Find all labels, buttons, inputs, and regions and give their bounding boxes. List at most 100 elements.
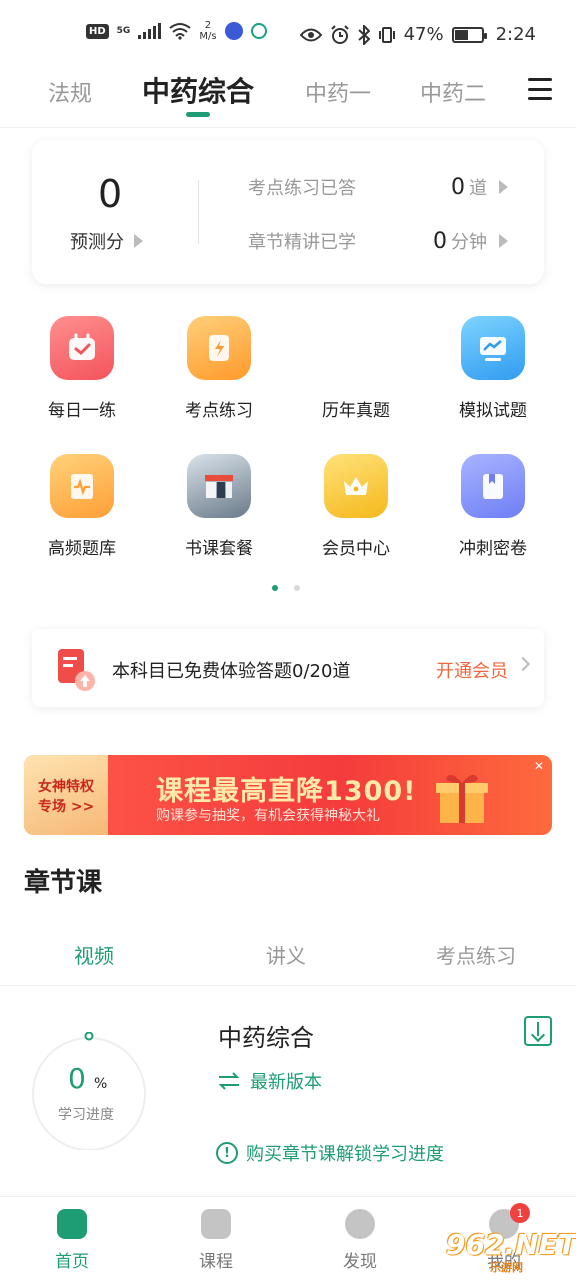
grid-item-member-center[interactable]: 会员中心 xyxy=(288,454,424,559)
arrow-right-icon xyxy=(499,180,508,194)
battery-level xyxy=(454,29,468,40)
watermark-logo: 962.NET 乐游网 xyxy=(436,1228,576,1276)
menu-icon[interactable] xyxy=(528,78,552,100)
stat-value: 0 xyxy=(451,174,465,200)
grid-label: 书课套餐 xyxy=(185,539,253,559)
signal-icon xyxy=(138,23,162,39)
grid-label: 历年真题 xyxy=(322,401,390,421)
grid-label: 会员中心 xyxy=(322,539,390,559)
grid-item-point-practice[interactable]: 考点练习 xyxy=(151,316,287,421)
tab-law[interactable]: 法规 xyxy=(48,76,92,108)
nav-label: 课程 xyxy=(199,1252,233,1272)
grid-item-sprint-papers[interactable]: 冲刺密卷 xyxy=(425,454,561,559)
music-app-icon xyxy=(224,22,243,40)
promo-subtitle: 购课参与抽奖，有机会获得神秘大礼 xyxy=(156,808,380,824)
divider xyxy=(198,180,199,244)
predicted-score-label: 预测分 xyxy=(70,232,124,253)
progress-label: 学习进度 xyxy=(58,1107,114,1123)
grid-label: 考点练习 xyxy=(185,401,253,421)
tab-handout[interactable]: 讲义 xyxy=(266,940,306,969)
promo-title: 课程最高直降1300! xyxy=(156,776,417,807)
version-label: 最新版本 xyxy=(250,1072,322,1093)
nav-courses[interactable]: 课程 xyxy=(176,1209,256,1272)
telecom-icon xyxy=(250,23,267,39)
bookmark-book-icon xyxy=(461,454,525,518)
progress-ring: 0 % 学习进度 xyxy=(30,1032,148,1150)
nav-label: 发现 xyxy=(343,1252,377,1272)
chevron-right-icon xyxy=(515,656,531,672)
stat-practice-answered[interactable]: 考点练习已答 0 道 xyxy=(248,174,508,200)
stat-unit: 分钟 xyxy=(451,232,487,253)
document-upgrade-icon xyxy=(58,649,95,691)
tab-tcm-comprehensive[interactable]: 中药综合 xyxy=(142,70,254,110)
grid-item-daily-practice[interactable]: 每日一练 xyxy=(14,316,150,421)
net-speed-unit: M/s xyxy=(199,31,217,42)
arrow-right-icon xyxy=(499,234,508,248)
trial-text: 本科目已免费体验答题0/20道 xyxy=(112,661,351,682)
notification-badge: 1 xyxy=(510,1203,530,1223)
gift-box-icon xyxy=(436,774,488,823)
subject-tabs: 法规 中药综合 中药一 中药二 xyxy=(0,70,576,128)
active-tab-indicator xyxy=(186,112,210,117)
progress-value: 0 xyxy=(68,1062,86,1095)
net-speed: 2 M/s xyxy=(199,20,216,42)
score-card: 0 预测分 考点练习已答 0 道 章节精讲已学 0 分钟 xyxy=(32,140,544,284)
page-dot-active xyxy=(272,585,278,591)
download-icon[interactable] xyxy=(524,1016,552,1046)
calendar-check-icon xyxy=(50,316,114,380)
stat-lecture-studied[interactable]: 章节精讲已学 0 分钟 xyxy=(248,228,508,254)
grid-item-frequent-bank[interactable]: 高频题库 xyxy=(14,454,150,559)
eye-icon xyxy=(299,28,322,41)
nav-home[interactable]: 首页 xyxy=(32,1209,112,1272)
version-switch[interactable]: 最新版本 xyxy=(218,1068,322,1094)
book-bundle-photo xyxy=(187,454,251,518)
tab-video[interactable]: 视频 xyxy=(74,940,114,969)
close-icon[interactable]: ✕ xyxy=(534,759,544,773)
status-bar: HD 5G 2 M/s 47% 2:24 xyxy=(0,0,576,70)
bluetooth-icon xyxy=(357,24,370,45)
watermark-text: 962.NET xyxy=(446,1228,576,1261)
battery-icon xyxy=(451,26,487,43)
info-icon: ! xyxy=(216,1142,238,1164)
grid-label: 冲刺密卷 xyxy=(459,539,527,559)
swap-icon xyxy=(218,1072,240,1090)
grid-item-mock-exams[interactable]: 模拟试题 xyxy=(425,316,561,421)
unlock-progress-link[interactable]: ! 购买章节课解锁学习进度 xyxy=(216,1140,444,1166)
grid-label: 模拟试题 xyxy=(459,401,527,421)
nav-discover[interactable]: 发现 xyxy=(320,1209,400,1272)
tab-tcm-two[interactable]: 中药二 xyxy=(420,76,486,108)
grid-item-past-exams[interactable]: 历年真题 xyxy=(288,316,424,421)
page-dot xyxy=(294,585,300,591)
compass-icon xyxy=(345,1209,375,1239)
trial-banner[interactable]: 本科目已免费体验答题0/20道 开通会员 xyxy=(32,629,544,707)
predicted-score: 0 xyxy=(98,172,123,216)
net-speed-value: 2 xyxy=(204,20,212,31)
home-icon xyxy=(57,1209,87,1239)
monitor-chart-icon xyxy=(461,316,525,380)
stat-label: 章节精讲已学 xyxy=(248,232,356,253)
predicted-score-link[interactable]: 预测分 xyxy=(70,228,143,254)
status-right: 47% 2:24 xyxy=(299,24,536,45)
vibrate-icon xyxy=(378,26,395,43)
wifi-icon xyxy=(169,23,191,40)
tab-tcm-one[interactable]: 中药一 xyxy=(305,76,371,108)
section-title: 章节课 xyxy=(24,868,103,898)
clock: 2:24 xyxy=(495,24,536,45)
promo-banner[interactable]: 女神特权 专场 >> 课程最高直降1300! 购课参与抽奖，有机会获得神秘大礼 … xyxy=(24,755,552,835)
hd-badge: HD xyxy=(86,23,109,39)
alarm-icon xyxy=(330,24,349,44)
stat-label: 考点练习已答 xyxy=(248,178,356,199)
crown-icon xyxy=(324,454,388,518)
grid-item-book-bundle[interactable]: 书课套餐 xyxy=(151,454,287,559)
tab-point-practice[interactable]: 考点练习 xyxy=(436,940,516,969)
chapter-tabs: 视频 讲义 考点练习 xyxy=(0,940,576,986)
nav-label: 首页 xyxy=(55,1252,89,1272)
course-title: 中药综合 xyxy=(218,1024,314,1052)
lightning-card-icon xyxy=(187,316,251,380)
open-membership-link[interactable]: 开通会员 xyxy=(436,657,508,683)
blank-icon xyxy=(324,316,388,380)
arrow-right-icon xyxy=(134,234,143,248)
course-icon xyxy=(201,1209,231,1239)
watermark-sub: 乐游网 xyxy=(490,1261,523,1274)
network-type: 5G xyxy=(116,26,131,36)
